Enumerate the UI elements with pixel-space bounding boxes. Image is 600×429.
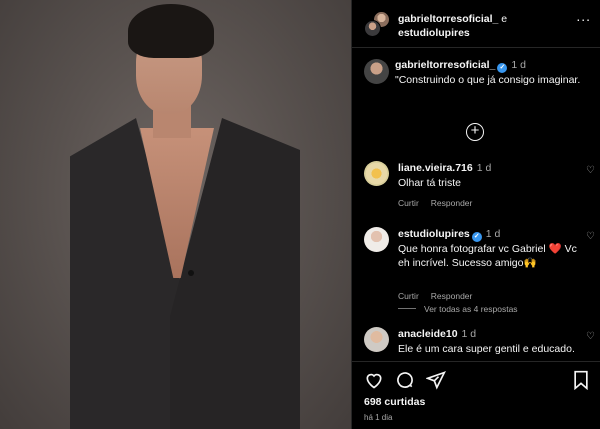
comments-scroll[interactable]: gabrieltorresoficial_ ✓ 1 d "Construindo o… (352, 49, 600, 361)
reply-button[interactable]: Responder (431, 198, 473, 208)
save-icon[interactable] (572, 370, 590, 390)
comment-user-row: estudiolupires ✓ 1 d (398, 228, 500, 242)
post-header: gabrieltorresoficial_ e estudiolupires .… (352, 0, 600, 48)
photo-button (188, 270, 194, 276)
verified-badge-icon: ✓ (471, 232, 482, 242)
avatar[interactable] (364, 20, 381, 37)
heart-icon[interactable] (364, 370, 384, 390)
caption-time: 1 d (511, 59, 526, 71)
post-photo[interactable] (0, 0, 351, 429)
avatar[interactable] (364, 227, 389, 252)
caption-user-row: gabrieltorresoficial_ ✓ 1 d (395, 59, 526, 73)
header-user-link-1[interactable]: gabrieltorresoficial_ (398, 13, 498, 25)
comment-user-row: anacleide10 1 d (398, 328, 476, 340)
comment-icon[interactable] (395, 370, 415, 390)
heart-icon[interactable]: ♡ (586, 231, 595, 242)
action-bar (364, 370, 590, 392)
post-footer: 698 curtidas há 1 dia (352, 361, 600, 429)
post-timestamp: há 1 dia (364, 413, 393, 422)
caption-text: "Construindo o que já consigo imaginar. (395, 74, 581, 86)
comment-username[interactable]: liane.vieira.716 (398, 162, 473, 174)
view-replies-label: Ver todas as 4 respostas (424, 304, 518, 314)
heart-icon[interactable]: ♡ (586, 331, 595, 342)
likes-count[interactable]: 698 curtidas (364, 396, 425, 408)
like-comment-button[interactable]: Curtir (398, 198, 419, 208)
avatar[interactable] (364, 327, 389, 352)
header-user-link-2[interactable]: estudiolupires (398, 27, 470, 39)
avatar[interactable] (364, 161, 389, 186)
reply-button[interactable]: Responder (431, 291, 473, 301)
comment-time: 1 d (476, 162, 492, 174)
comment-text: Que honra fotografar vc Gabriel ❤️ Vc eh… (398, 243, 577, 269)
verified-badge-icon: ✓ (497, 63, 508, 73)
comment-username[interactable]: anacleide10 (398, 328, 458, 340)
heart-icon[interactable]: ♡ (586, 165, 595, 176)
comment-time: 1 d (485, 228, 501, 240)
photo-hair (128, 4, 214, 58)
avatar[interactable] (364, 59, 389, 84)
divider (398, 308, 416, 309)
post-header-title: gabrieltorresoficial_ e estudiolupires (398, 12, 578, 40)
comment-username[interactable]: estudiolupires (398, 228, 470, 240)
comment-text: Olhar tá triste (398, 177, 462, 189)
share-icon[interactable] (426, 370, 446, 390)
caption-username[interactable]: gabrieltorresoficial_ (395, 59, 495, 71)
comment-user-row: liane.vieira.716 1 d (398, 162, 491, 174)
more-options-icon[interactable]: ... (576, 8, 591, 24)
comment-actions: Curtir Responder (398, 198, 484, 208)
post-side-panel: gabrieltorresoficial_ e estudiolupires .… (351, 0, 600, 429)
comment-text: Ele é um cara super gentil e educado. (398, 343, 575, 355)
comment-actions: Curtir Responder (398, 291, 484, 301)
comment-time: 1 d (461, 328, 477, 340)
like-comment-button[interactable]: Curtir (398, 291, 419, 301)
collab-avatars[interactable] (364, 11, 390, 37)
header-connector: e (501, 13, 508, 25)
view-replies-button[interactable]: Ver todas as 4 respostas (398, 304, 518, 314)
plus-circle-icon[interactable]: + (466, 123, 484, 141)
